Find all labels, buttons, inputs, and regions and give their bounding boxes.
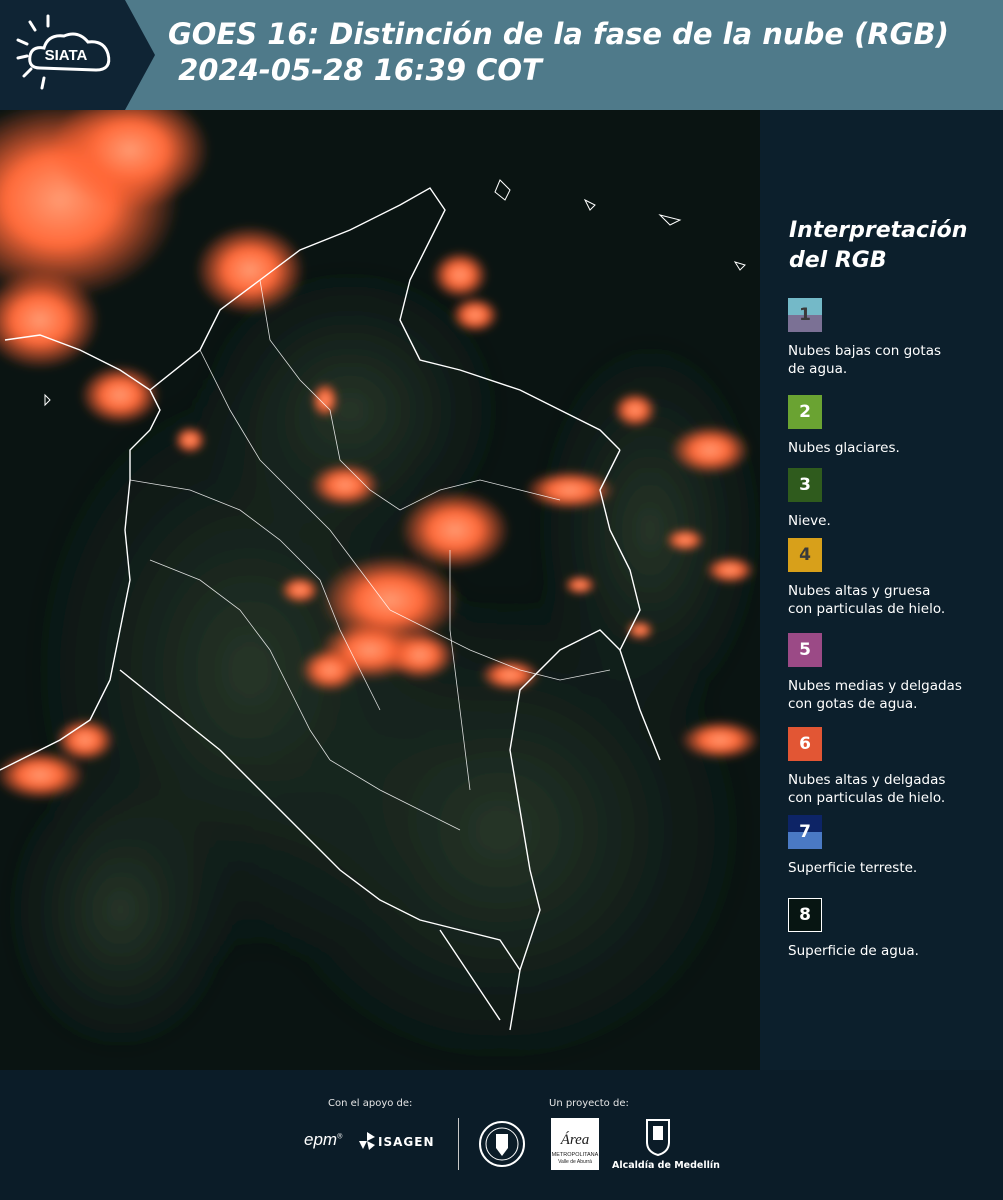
legend-number: 6: [799, 734, 811, 754]
satellite-map: [0, 110, 760, 1070]
support-label: Con el apoyo de:: [328, 1098, 413, 1109]
legend-description-line-2: con gotas de agua.: [788, 696, 918, 712]
legend-swatch-7: 7: [788, 815, 822, 849]
alcaldia-shield-icon: [646, 1119, 670, 1156]
legend-swatch-1: 1: [788, 298, 822, 332]
siata-logo: SIATA: [0, 0, 155, 110]
legend-number: 1: [799, 305, 811, 325]
legend-description: Superficie terreste.: [788, 859, 998, 877]
legend-description: Nieve.: [788, 512, 998, 530]
legend-item-4: 4 Nubes altas y gruesa con particulas de h…: [788, 538, 998, 618]
legend-item-5: 5 Nubes medias y delgadas con gotas de agu…: [788, 633, 998, 713]
legend-description-line-1: Superficie de agua.: [788, 943, 919, 959]
legend-title-line-1: Interpretación: [789, 218, 968, 243]
legend-description-line-1: Superficie terreste.: [788, 860, 918, 876]
legend-description-line-1: Nubes medias y delgadas: [788, 678, 962, 694]
legend-number: 2: [799, 402, 811, 422]
legend-item-7: 7 Superficie terreste.: [788, 815, 998, 877]
page-title: GOES 16: Distinción de la fase de la nub…: [168, 16, 949, 88]
title-line-2: 2024-05-28 16:39 COT: [168, 53, 542, 87]
legend-swatch-4: 4: [788, 538, 822, 572]
legend-description: Nubes altas y gruesa con particulas de hi…: [788, 582, 998, 618]
title-line-1: GOES 16: Distinción de la fase de la nub…: [168, 17, 949, 51]
legend-item-3: 3 Nieve.: [788, 468, 998, 530]
legend-item-1: 1 Nubes bajas con gotas de agua.: [788, 298, 998, 378]
legend-description-line-1: Nubes altas y gruesa: [788, 583, 931, 599]
alcaldia-label: Alcaldía de Medellín: [612, 1160, 720, 1171]
footer-divider: [458, 1118, 459, 1170]
legend-description-line-2: con particulas de hielo.: [788, 601, 946, 617]
area-metropolitana-logo: Área METROPOLITANA Valle de Aburrá: [551, 1118, 599, 1170]
legend-panel: Interpretación del RGB 1 Nubes bajas con …: [760, 110, 1003, 1070]
seal-logo: [479, 1121, 525, 1167]
legend-item-8: 8 Superficie de agua.: [788, 898, 998, 960]
legend-number: 7: [799, 822, 811, 842]
epm-logo: epm®: [304, 1130, 343, 1149]
legend-description-line-1: Nubes glaciares.: [788, 440, 900, 456]
legend-swatch-5: 5: [788, 633, 822, 667]
legend-number: 5: [799, 640, 811, 660]
header-bar: SIATA GOES 16: Distinción de la fase de …: [0, 0, 1003, 110]
legend-item-6: 6 Nubes altas y delgadas con particulas de…: [788, 727, 998, 807]
legend-description: Nubes bajas con gotas de agua.: [788, 342, 998, 378]
legend-description: Nubes altas y delgadas con particulas de …: [788, 771, 998, 807]
legend-swatch-2: 2: [788, 395, 822, 429]
legend-title: Interpretación del RGB: [789, 216, 989, 276]
legend-swatch-8: 8: [788, 898, 822, 932]
isagen-logo: ISAGEN: [378, 1135, 435, 1149]
legend-description-line-2: con particulas de hielo.: [788, 790, 946, 806]
legend-description-line-2: de agua.: [788, 361, 848, 377]
legend-description: Nubes glaciares.: [788, 439, 998, 457]
area-sub-2: Valle de Aburrá: [558, 1159, 592, 1165]
legend-description-line-1: Nieve.: [788, 513, 831, 529]
logo-text: SIATA: [45, 47, 88, 64]
isagen-icon: [359, 1132, 375, 1150]
area-sub-1: METROPOLITANA: [552, 1152, 599, 1158]
legend-swatch-3: 3: [788, 468, 822, 502]
legend-title-line-2: del RGB: [789, 248, 887, 273]
legend-item-2: 2 Nubes glaciares.: [788, 395, 998, 457]
legend-swatch-6: 6: [788, 727, 822, 761]
footer: Con el apoyo de: Un proyecto de: epm® IS…: [0, 1070, 1003, 1200]
project-label: Un proyecto de:: [549, 1098, 629, 1109]
legend-description: Nubes medias y delgadas con gotas de agua…: [788, 677, 998, 713]
legend-number: 4: [799, 545, 811, 565]
legend-description: Superficie de agua.: [788, 942, 998, 960]
legend-description-line-1: Nubes bajas con gotas: [788, 343, 942, 359]
legend-description-line-1: Nubes altas y delgadas: [788, 772, 946, 788]
legend-number: 3: [799, 475, 811, 495]
legend-number: 8: [799, 905, 811, 925]
area-name: Área: [560, 1131, 590, 1148]
epm-text: epm: [304, 1130, 338, 1149]
